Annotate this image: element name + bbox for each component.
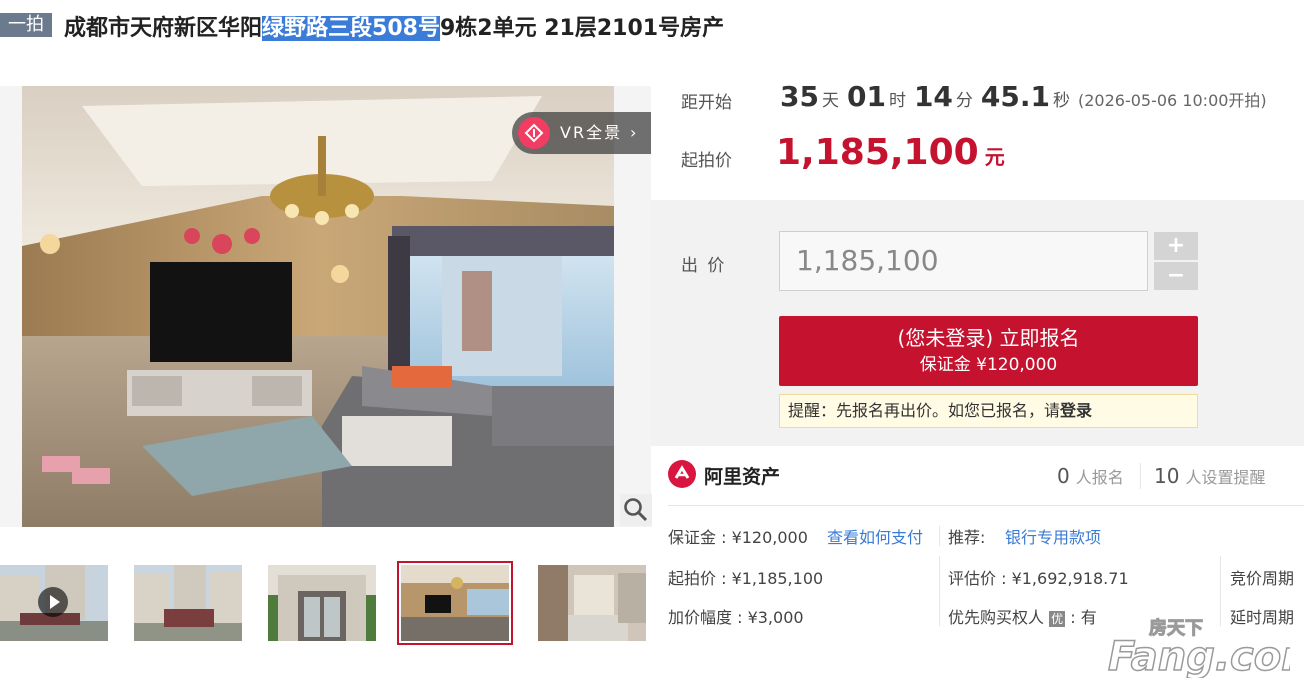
start-price-info: 起拍价 : ¥1,185,100 xyxy=(668,569,824,588)
reminder-count-label: 人设置提醒 xyxy=(1185,468,1266,487)
thumbnail-lobby-door[interactable] xyxy=(268,565,376,641)
row-divider xyxy=(939,526,940,546)
title-prefix: 成都市天府新区华阳 xyxy=(64,16,263,41)
ali-assets-logo-icon xyxy=(668,460,696,488)
countdown-hours: 01 xyxy=(846,80,886,113)
chevron-right-icon: › xyxy=(630,123,639,142)
column-divider xyxy=(939,556,940,626)
how-to-pay-link[interactable]: 查看如何支付 xyxy=(827,524,923,548)
signup-button[interactable]: (您未登录) 立即报名 保证金 ¥120,000 xyxy=(779,316,1198,386)
seconds-unit: 秒 xyxy=(1053,91,1070,111)
appraisal-price-info: 评估价 : ¥1,692,918.71 xyxy=(948,569,1129,588)
increment-info: 加价幅度 : ¥3,000 xyxy=(668,608,804,627)
signup-count-stat: 0 人报名 xyxy=(1057,464,1124,488)
increase-bid-button[interactable]: + xyxy=(1154,232,1198,260)
fang-watermark: 房天下 Fang.com xyxy=(1104,612,1304,682)
start-price-label: 起拍价 xyxy=(681,151,732,171)
login-link[interactable]: 登录 xyxy=(1060,401,1092,420)
signup-count: 0 xyxy=(1057,464,1070,488)
auction-round-tag: 一拍 xyxy=(0,13,52,37)
watermark-bottom-text: Fang.com xyxy=(1108,634,1290,678)
signup-button-label: (您未登录) 立即报名 xyxy=(897,326,1080,350)
reminder-count-stat: 10 人设置提醒 xyxy=(1154,464,1265,488)
login-reminder: 提醒：先报名再出价。如您已报名，请登录 xyxy=(779,394,1198,428)
bank-payment-link[interactable]: 银行专用款项 xyxy=(1005,524,1101,548)
recommend-label: 推荐: xyxy=(948,528,986,547)
priority-buyer-info: 优先购买权人 优 : 有 xyxy=(948,604,1097,628)
title-selected-text[interactable]: 绿野路三段508号 xyxy=(262,16,440,41)
signup-count-label: 人报名 xyxy=(1075,468,1124,487)
section-divider xyxy=(668,505,1304,506)
thumbnail-dining-room[interactable] xyxy=(538,565,646,641)
bid-label: 出 价 xyxy=(681,256,727,276)
title-suffix: 9栋2单元 21层2101号房产 xyxy=(439,16,725,41)
countdown-label: 距开始 xyxy=(681,93,732,113)
days-unit: 天 xyxy=(821,91,839,111)
priority-buyer-value: : 有 xyxy=(1070,608,1097,627)
bid-amount-input[interactable]: 1,185,100 xyxy=(779,231,1148,291)
signup-deposit-label: 保证金 ¥120,000 xyxy=(919,355,1058,375)
zoom-in-icon[interactable] xyxy=(620,494,652,526)
priority-buyer-label: 优先购买权人 xyxy=(948,608,1045,627)
countdown-seconds: 45.1 xyxy=(980,80,1050,113)
countdown-minutes: 14 xyxy=(913,80,953,113)
page-title: 成都市天府新区华阳绿野路三段508号9栋2单元 21层2101号房产 xyxy=(64,10,724,42)
countdown-days: 35 xyxy=(780,80,819,113)
vr-icon xyxy=(518,117,550,149)
start-price: 1,185,100 元 xyxy=(776,132,1005,173)
thumbnail-living-room[interactable] xyxy=(397,561,513,645)
ali-assets-name[interactable]: 阿里资产 xyxy=(704,462,780,489)
minutes-unit: 分 xyxy=(955,91,973,111)
reminder-count: 10 xyxy=(1154,464,1180,488)
countdown-timer: 35 天 01 时 14 分 45.1 秒 (2026-05-06 10:00开拍) xyxy=(780,80,1267,113)
thumbnail-exterior-video[interactable] xyxy=(0,565,108,641)
start-time-note: (2026-05-06 10:00开拍) xyxy=(1078,91,1267,110)
vr-panorama-button[interactable]: VR全景 › xyxy=(512,112,652,154)
decrease-bid-button[interactable]: − xyxy=(1154,262,1198,290)
priority-badge-icon[interactable]: 优 xyxy=(1049,611,1066,627)
start-price-unit: 元 xyxy=(984,145,1005,169)
hours-unit: 时 xyxy=(888,91,906,111)
play-icon xyxy=(38,587,68,617)
thumbnail-exterior-gate[interactable] xyxy=(134,565,242,641)
deposit-info: 保证金 : ¥120,000 xyxy=(668,528,808,547)
bid-cycle-label: 竞价周期 xyxy=(1230,569,1295,588)
start-price-value: 1,185,100 xyxy=(776,132,979,173)
stat-divider xyxy=(1140,463,1141,489)
gallery-left-strip xyxy=(0,86,22,527)
vr-label: VR全景 xyxy=(560,123,623,142)
reminder-text: 提醒：先报名再出价。如您已报名，请 xyxy=(788,401,1061,420)
